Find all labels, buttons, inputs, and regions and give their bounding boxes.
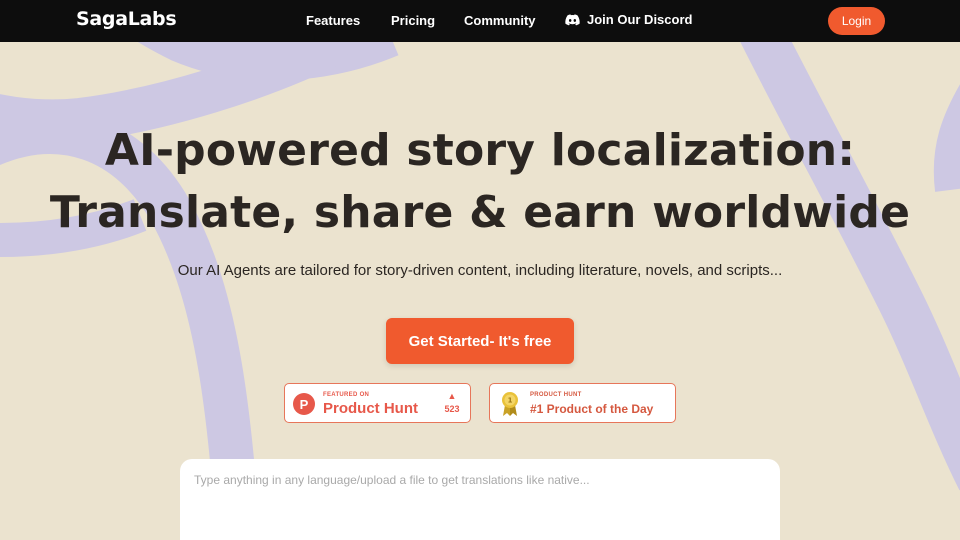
medal-icon: 1 — [502, 392, 518, 416]
badge-title: Product Hunt — [323, 400, 418, 417]
hero-title-line-2: Translate, share & earn worldwide — [49, 187, 911, 238]
upvote-arrow-icon: ▲ — [447, 391, 457, 401]
nav-link-community[interactable]: Community — [464, 13, 536, 28]
upvote-counter: ▲ 523 — [440, 391, 464, 414]
product-hunt-featured-badge[interactable]: P FEATURED ON Product Hunt ▲ 523 — [284, 383, 471, 423]
badge-title: #1 Product of the Day — [530, 402, 654, 416]
upvote-count: 523 — [444, 404, 460, 414]
hero-subtitle: Our AI Agents are tailored for story-dri… — [177, 262, 783, 279]
discord-label: Join Our Discord — [587, 12, 693, 27]
login-button[interactable]: Login — [828, 7, 885, 35]
hero-title-line-1: AI-powered story localization: — [104, 125, 856, 176]
badge-caption: PRODUCT HUNT — [530, 392, 582, 398]
hero-title: AI-powered story localization: Translate… — [0, 120, 960, 244]
discord-icon — [565, 13, 580, 25]
top-nav: SagaLabs Features Pricing Community Join… — [0, 0, 960, 42]
product-hunt-logo-icon: P — [293, 393, 315, 415]
nav-link-features[interactable]: Features — [306, 13, 360, 28]
svg-text:1: 1 — [508, 397, 513, 405]
brand-logo[interactable]: SagaLabs — [76, 8, 177, 30]
translation-input[interactable] — [194, 473, 764, 533]
nav-link-discord[interactable]: Join Our Discord — [565, 12, 692, 27]
translation-input-card — [180, 459, 780, 540]
badge-caption: FEATURED ON — [323, 392, 370, 398]
nav-link-pricing[interactable]: Pricing — [391, 13, 435, 28]
get-started-button[interactable]: Get Started- It's free — [386, 318, 574, 364]
product-of-the-day-badge[interactable]: 1 PRODUCT HUNT #1 Product of the Day — [489, 383, 676, 423]
